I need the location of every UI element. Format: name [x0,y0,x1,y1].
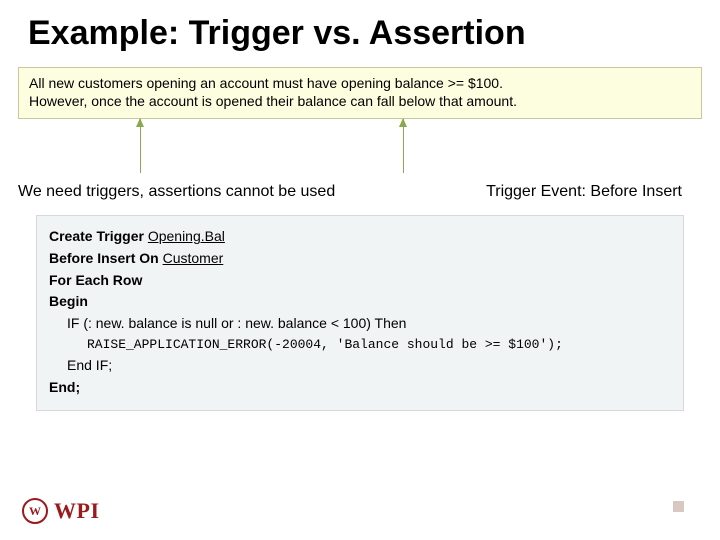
arrow-right [403,119,404,173]
code-line-6: RAISE_APPLICATION_ERROR(-20004, 'Balance… [49,335,671,355]
code-line-1: Create Trigger Opening.Bal [49,226,671,248]
code-ident: Opening.Bal [148,228,225,244]
code-ident: Customer [163,250,224,266]
code-line-4: Begin [49,291,671,313]
code-line-2: Before Insert On Customer [49,248,671,270]
rule-line-1: All new customers opening an account mus… [29,74,691,92]
arrow-area [18,119,702,179]
wpi-text: WPI [54,498,100,524]
code-kw: Before Insert On [49,250,163,266]
slide-title: Example: Trigger vs. Assertion [0,0,720,53]
corner-dot-icon [673,501,684,512]
wpi-seal-icon: W [22,498,48,524]
rule-box: All new customers opening an account mus… [18,67,702,119]
code-box: Create Trigger Opening.Bal Before Insert… [36,215,684,411]
code-line-7: End IF; [49,355,671,377]
code-line-8: End; [49,377,671,399]
code-line-3: For Each Row [49,270,671,292]
annotation-left: We need triggers, assertions cannot be u… [18,183,335,201]
wpi-logo: W WPI [22,498,100,524]
code-line-5: IF (: new. balance is null or : new. bal… [49,313,671,335]
annotation-row: We need triggers, assertions cannot be u… [18,183,682,201]
arrow-left [140,119,141,173]
annotation-right: Trigger Event: Before Insert [486,183,682,201]
rule-line-2: However, once the account is opened thei… [29,92,691,110]
code-kw: Create Trigger [49,228,148,244]
